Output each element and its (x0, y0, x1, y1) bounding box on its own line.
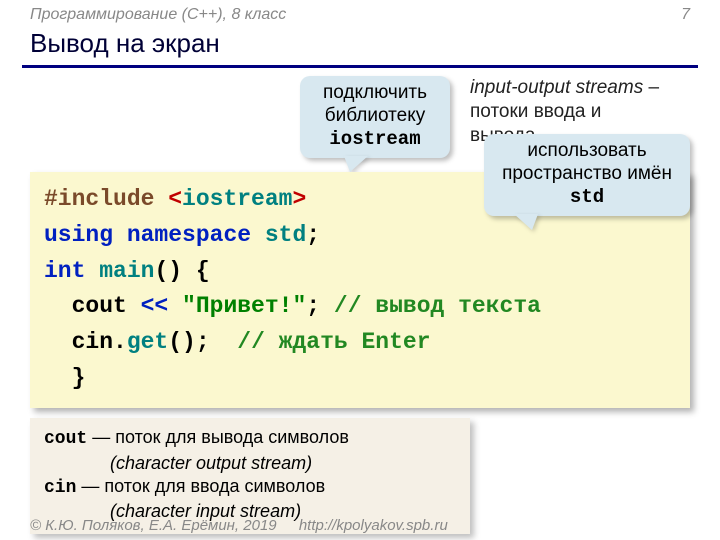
note-line: потоки ввода и (470, 100, 659, 124)
title-rule (22, 65, 698, 68)
footer-url: http://kpolyakov.spb.ru (299, 517, 448, 534)
callout-include: подключить библиотеку iostream (300, 76, 450, 158)
code-line: } (44, 361, 676, 397)
callout-namespace: использовать пространство имён std (484, 134, 690, 216)
course-label: Программирование (C++), 8 класс (30, 6, 286, 24)
def-line: cout — поток для вывода символов (44, 426, 456, 451)
code-line: cin.get(); // ждать Enter (44, 325, 676, 361)
callout-line: использовать (502, 140, 672, 163)
code-line: using namespace std; (44, 218, 676, 254)
callout-line: пространство имён (502, 163, 672, 186)
code-line: int main() { (44, 254, 676, 290)
note-em: input-output streams (470, 77, 643, 98)
def-line: (character output stream) (44, 452, 456, 475)
def-line: cin — поток для ввода символов (44, 475, 456, 500)
slide-footer: © К.Ю. Поляков, Е.А. Ерёмин, 2019 http:/… (30, 517, 448, 534)
callout-code: std (502, 186, 672, 209)
page-number: 7 (681, 6, 690, 24)
callout-line: библиотеку (316, 105, 434, 128)
callout-line: подключить (316, 82, 434, 105)
code-line: cout << "Привет!"; // вывод текста (44, 289, 676, 325)
callout-code: iostream (316, 128, 434, 151)
slide-header: Программирование (C++), 8 класс 7 (0, 0, 720, 26)
slide-title: Вывод на экран (0, 26, 720, 65)
copyright: © К.Ю. Поляков, Е.А. Ерёмин, 2019 (30, 517, 277, 534)
